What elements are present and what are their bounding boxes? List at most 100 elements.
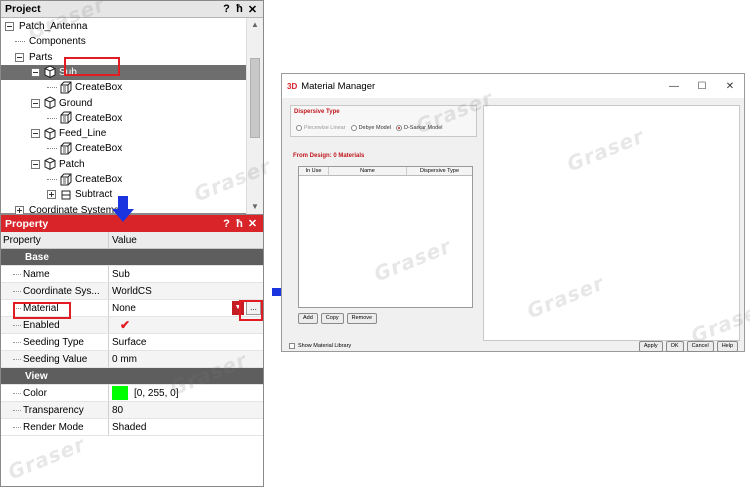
close-button[interactable]: ✕ <box>246 3 259 16</box>
subtract-icon <box>59 188 73 202</box>
tree-item-createbox[interactable]: CreateBox <box>1 172 247 187</box>
collapse-icon[interactable] <box>31 67 40 77</box>
project-tree: Patch_Antenna Components Parts Sub CreateBox… <box>1 18 247 214</box>
group-base[interactable]: Base <box>1 249 263 266</box>
apply-button[interactable]: Apply <box>638 340 663 352</box>
tree-connector <box>47 148 57 150</box>
window-close-button[interactable]: ✕ <box>716 81 744 92</box>
tree-item-label: CreateBox <box>75 82 123 94</box>
material-manager-footer: Show Material Library Apply OK Cancel He… <box>289 340 741 352</box>
property-label: Seeding Type <box>1 334 109 350</box>
property-row-name[interactable]: Name Sub <box>1 266 263 283</box>
collapse-icon[interactable] <box>5 22 14 31</box>
cube-icon <box>43 65 57 79</box>
browse-highlight-box <box>239 300 263 321</box>
expand-icon[interactable] <box>15 205 24 214</box>
property-row-coordinate-system[interactable]: Coordinate Sys... WorldCS <box>1 283 263 300</box>
tree-item-ground[interactable]: Ground <box>1 96 247 111</box>
sub-highlight-box <box>64 57 120 76</box>
tree-connector <box>47 117 57 119</box>
collapse-icon[interactable] <box>31 98 40 108</box>
radio-icon <box>350 125 357 131</box>
property-value[interactable]: WorldCS <box>109 283 263 299</box>
radio-label: D-Sarkar Model <box>404 125 443 131</box>
project-panel-title: Project <box>5 3 41 15</box>
from-design-group: From Design: 0 Materials In Use Name Dis… <box>290 150 477 362</box>
maximize-button[interactable]: ☐ <box>688 81 716 92</box>
close-button[interactable]: ✕ <box>246 217 259 230</box>
cube-icon <box>43 157 57 171</box>
property-value[interactable]: 0 mm <box>109 351 263 367</box>
cancel-button[interactable]: Cancel <box>686 340 714 352</box>
add-button[interactable]: Add <box>298 313 318 324</box>
property-row-seeding-type[interactable]: Seeding Type Surface <box>1 334 263 351</box>
color-picker[interactable]: [0, 255, 0] <box>109 385 263 401</box>
property-label: Color <box>1 385 109 401</box>
radio-debye-model[interactable]: Debye Model <box>350 125 391 131</box>
property-grid: Property Value Base Name Sub Coordinate … <box>1 232 263 436</box>
collapse-icon[interactable] <box>31 159 40 169</box>
tree-item-parts[interactable]: Parts <box>1 50 247 65</box>
property-row-transparency[interactable]: Transparency 80 <box>1 402 263 419</box>
tree-item-label: Patch_Antenna <box>19 21 88 32</box>
tree-item-components[interactable]: Components <box>1 34 247 49</box>
tree-connector <box>47 87 57 89</box>
property-value[interactable]: 80 <box>109 402 263 418</box>
box-icon <box>59 142 73 156</box>
property-grid-header: Property Value <box>1 232 263 249</box>
pin-button[interactable]: ħ <box>233 218 246 230</box>
collapse-icon[interactable] <box>31 129 40 139</box>
property-row-color[interactable]: Color [0, 255, 0] <box>1 385 263 402</box>
checkmark-icon: ✔ <box>120 318 131 332</box>
window-title: Material Manager <box>301 80 376 92</box>
scroll-up-icon[interactable]: ▲ <box>247 18 263 32</box>
property-row-seeding-value[interactable]: Seeding Value 0 mm <box>1 351 263 368</box>
dispersive-type-title: Dispersive Type <box>294 109 340 115</box>
group-view[interactable]: View <box>1 368 263 385</box>
from-design-title: From Design: 0 Materials <box>293 153 365 159</box>
property-value[interactable]: Shaded <box>109 419 263 435</box>
ok-button[interactable]: OK <box>665 340 684 352</box>
materials-table[interactable]: In Use Name Dispersive Type <box>298 166 473 308</box>
help-button[interactable]: ? <box>220 3 233 15</box>
tree-item-label: Subtract <box>75 189 113 201</box>
radio-d-sarkar-model[interactable]: D-Sarkar Model <box>396 125 443 131</box>
column-in-use[interactable]: In Use <box>299 167 329 175</box>
help-button[interactable]: ? <box>220 218 233 230</box>
property-row-render-mode[interactable]: Render Mode Shaded <box>1 419 263 436</box>
property-label: Seeding Value <box>1 351 109 367</box>
material-manager-titlebar: 3D Material Manager — ☐ ✕ <box>282 74 744 98</box>
box-icon <box>59 173 73 187</box>
column-name[interactable]: Name <box>329 167 407 175</box>
tree-item-label: Coordinate Systems <box>29 204 120 214</box>
color-swatch[interactable] <box>112 386 128 400</box>
pin-button[interactable]: ħ <box>233 3 246 15</box>
tree-item-feed-line[interactable]: Feed_Line <box>1 126 247 141</box>
tree-scrollbar[interactable]: ▲ ▼ <box>246 18 263 214</box>
tree-item-createbox[interactable]: CreateBox <box>1 111 247 126</box>
scroll-down-icon[interactable]: ▼ <box>247 200 263 214</box>
remove-button[interactable]: Remove <box>346 313 378 324</box>
minimize-button[interactable]: — <box>660 81 688 92</box>
tree-item-patch[interactable]: Patch <box>1 157 247 172</box>
scroll-thumb[interactable] <box>250 58 260 138</box>
dispersive-type-group: Dispersive Type Piecewise Linear Debye M… <box>290 105 477 137</box>
tree-item-label: CreateBox <box>75 174 123 185</box>
show-library-label: Show Material Library <box>298 343 352 349</box>
property-row-enabled[interactable]: Enabled ✔ <box>1 317 263 334</box>
show-library-checkbox[interactable] <box>289 343 295 349</box>
tree-item-createbox[interactable]: CreateBox <box>1 80 247 95</box>
tree-item-patch-antenna[interactable]: Patch_Antenna <box>1 19 247 34</box>
collapse-icon[interactable] <box>15 52 24 62</box>
help-button[interactable]: Help <box>716 340 738 352</box>
material-value: None <box>112 302 136 314</box>
project-panel-titlebar: Project ? ħ ✕ <box>1 1 263 18</box>
property-value[interactable]: Surface <box>109 334 263 350</box>
radio-piecewise-linear[interactable]: Piecewise Linear <box>296 125 346 131</box>
property-value[interactable]: Sub <box>109 266 263 282</box>
column-dispersive-type[interactable]: Dispersive Type <box>407 167 472 175</box>
tree-item-createbox[interactable]: CreateBox <box>1 141 247 156</box>
tree-item-sub[interactable]: Sub <box>1 64 247 80</box>
copy-button[interactable]: Copy <box>320 313 344 324</box>
expand-icon[interactable] <box>47 190 56 200</box>
